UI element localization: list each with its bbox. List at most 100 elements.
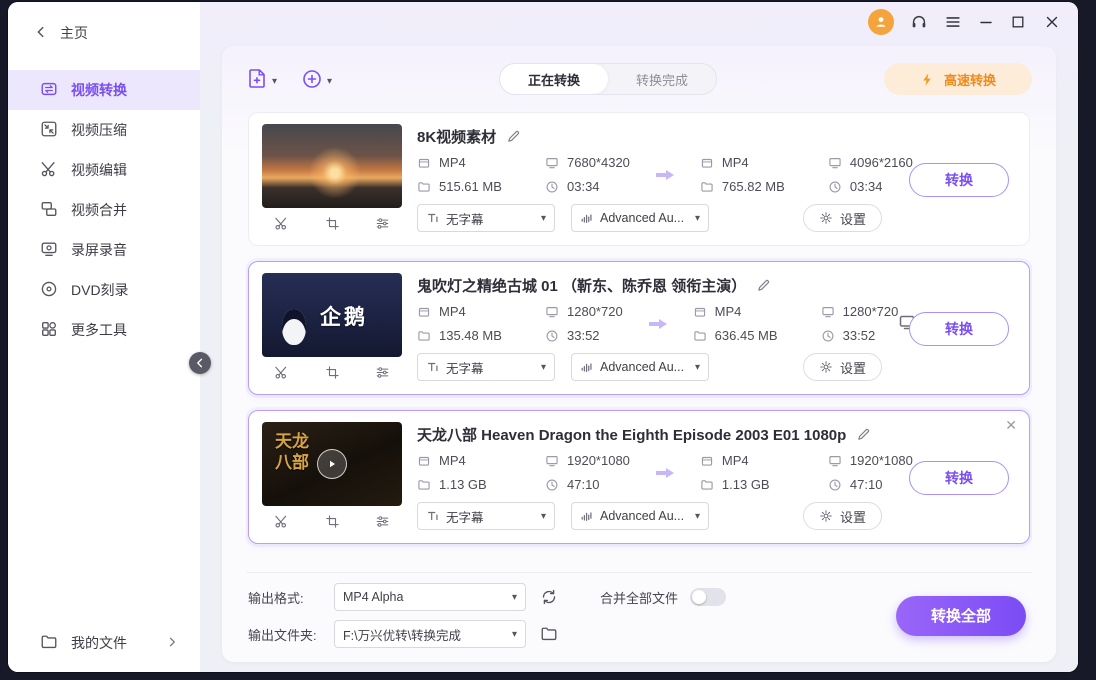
chevron-down-icon: ▾ (541, 362, 546, 373)
chevron-down-icon: ▾ (327, 74, 332, 90)
file-icon (417, 305, 431, 319)
menu-icon[interactable] (944, 13, 962, 31)
crop-icon[interactable] (325, 514, 340, 529)
sidebar-item-video-edit[interactable]: 视频编辑 (8, 150, 200, 190)
video-merge-icon (40, 200, 58, 221)
settings-label: 设置 (840, 507, 866, 526)
output-folder-label: 输出文件夹: (248, 625, 334, 644)
effects-icon[interactable] (375, 216, 390, 231)
sidebar-item-video-convert[interactable]: 视频转换 (8, 70, 200, 110)
source-size: 515.61 MB (439, 179, 502, 194)
convert-arrow-icon (647, 316, 669, 332)
subtitle-select[interactable]: 无字幕 ▾ (417, 204, 555, 232)
thumbnail-text: 天龙八部 (275, 431, 319, 474)
sidebar-item-more-tools[interactable]: 更多工具 (8, 310, 200, 350)
gear-icon (819, 211, 833, 225)
settings-button[interactable]: 设置 (803, 353, 882, 381)
sidebar-item-label: DVD刻录 (71, 280, 129, 300)
sidebar-collapse-handle[interactable] (189, 352, 211, 374)
target-info: MP4 4096*2160 765.82 MB 03:34 (700, 155, 913, 194)
crop-icon[interactable] (325, 216, 340, 231)
my-files-button[interactable]: 我的文件 (8, 614, 200, 672)
audio-select[interactable]: Advanced Au... ▾ (571, 204, 709, 232)
size-icon (417, 478, 431, 492)
rename-icon[interactable] (856, 427, 871, 442)
settings-label: 设置 (840, 209, 866, 228)
add-file-button[interactable]: ▾ (246, 68, 277, 90)
subtitle-icon (426, 211, 440, 225)
task-details: 8K视频素材 MP4 7680*4320 515.61 MB 03:34 (417, 124, 892, 236)
thumbnail-column (262, 124, 402, 236)
content-panel: ▾ ▾ 正在转换 转换完成 高速转换 (222, 46, 1056, 662)
target-info: MP4 1920*1080 1.13 GB 47:10 (700, 453, 913, 492)
duration-icon (828, 478, 842, 492)
target-format: MP4 (722, 453, 749, 468)
task-title: 鬼吹灯之精绝古城 01 （靳东、陈乔恩 领衔主演） (417, 275, 746, 296)
settings-label: 设置 (840, 358, 866, 377)
output-folder-select[interactable]: F:\万兴优转\转换完成 ▾ (334, 620, 526, 648)
add-device-button[interactable]: ▾ (301, 68, 332, 90)
audio-wave-icon (580, 509, 594, 523)
tab-completed[interactable]: 转换完成 (608, 64, 716, 94)
chevron-down-icon: ▾ (512, 592, 517, 603)
high-speed-toggle[interactable]: 高速转换 (884, 63, 1032, 95)
tab-converting[interactable]: 正在转换 (500, 64, 608, 94)
trim-icon[interactable] (274, 216, 289, 231)
audio-select[interactable]: Advanced Au... ▾ (571, 502, 709, 530)
convert-button[interactable]: 转换 (909, 163, 1009, 197)
close-button[interactable] (1044, 14, 1060, 30)
chevron-down-icon: ▾ (512, 629, 517, 640)
user-avatar[interactable] (868, 9, 894, 35)
output-format-select[interactable]: MP4 Alpha ▾ (334, 583, 526, 611)
sidebar-item-video-compress[interactable]: 视频压缩 (8, 110, 200, 150)
chevron-down-icon: ▾ (541, 511, 546, 522)
sidebar-item-dvd-burn[interactable]: DVD刻录 (8, 270, 200, 310)
sidebar-item-video-merge[interactable]: 视频合并 (8, 190, 200, 230)
home-back-button[interactable]: 主页 (8, 2, 200, 64)
remove-task-icon[interactable]: ✕ (1005, 418, 1017, 432)
subtitle-select[interactable]: 无字幕 ▾ (417, 502, 555, 530)
main-area: ▾ ▾ 正在转换 转换完成 高速转换 (200, 2, 1078, 672)
convert-all-button[interactable]: 转换全部 (896, 596, 1026, 636)
resolution-icon (828, 156, 842, 170)
support-headset-icon[interactable] (910, 13, 928, 31)
format-settings-icon[interactable] (540, 588, 558, 606)
merge-toggle[interactable] (690, 588, 726, 606)
target-size: 636.45 MB (715, 328, 778, 343)
chevron-down-icon: ▾ (695, 362, 700, 373)
thumbnail-art (282, 309, 306, 345)
audio-select[interactable]: Advanced Au... ▾ (571, 353, 709, 381)
duration-icon (545, 329, 559, 343)
task-list: 8K视频素材 MP4 7680*4320 515.61 MB 03:34 (246, 110, 1032, 562)
effects-icon[interactable] (375, 514, 390, 529)
maximize-button[interactable] (1010, 14, 1026, 30)
sidebar-item-screen-record[interactable]: 录屏录音 (8, 230, 200, 270)
thumbnail-column: 天龙八部 (262, 422, 402, 534)
minimize-button[interactable] (978, 14, 994, 30)
settings-button[interactable]: 设置 (803, 502, 882, 530)
effects-icon[interactable] (375, 365, 390, 380)
trim-icon[interactable] (274, 514, 289, 529)
source-info: MP4 7680*4320 515.61 MB 03:34 (417, 155, 630, 194)
settings-button[interactable]: 设置 (803, 204, 882, 232)
crop-icon[interactable] (325, 365, 340, 380)
task-card: ✕ 天龙八部 (248, 410, 1030, 544)
rename-icon[interactable] (506, 129, 521, 144)
target-format: MP4 (715, 304, 742, 319)
source-resolution: 1920*1080 (567, 453, 630, 468)
play-button[interactable] (317, 449, 347, 479)
sidebar-item-label: 视频编辑 (71, 160, 127, 180)
file-icon (700, 454, 714, 468)
open-folder-icon[interactable] (540, 625, 558, 643)
trim-icon[interactable] (274, 365, 289, 380)
rename-icon[interactable] (756, 278, 771, 293)
target-resolution: 1920*1080 (850, 453, 913, 468)
audio-wave-icon (580, 211, 594, 225)
add-device-icon (301, 68, 323, 90)
thumbnail-column: 企鹅 (262, 273, 402, 385)
convert-button[interactable]: 转换 (909, 461, 1009, 495)
subtitle-select[interactable]: 无字幕 ▾ (417, 353, 555, 381)
audio-value: Advanced Au... (600, 509, 689, 523)
convert-button[interactable]: 转换 (909, 312, 1009, 346)
target-duration: 33:52 (843, 328, 876, 343)
